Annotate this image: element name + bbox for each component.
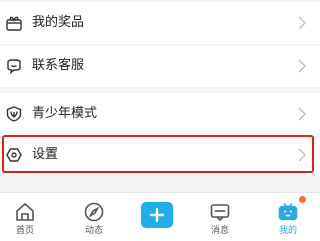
home-icon	[14, 201, 36, 223]
tab-mine[interactable]: 我的	[256, 193, 320, 241]
notification-dot	[299, 196, 306, 203]
tab-dynamics[interactable]: 动态	[62, 193, 126, 241]
bilibili-tv-icon	[277, 201, 299, 223]
menu-item-prizes[interactable]: 我的奖品	[0, 2, 320, 44]
tab-messages[interactable]: 消息	[188, 193, 252, 241]
chevron-right-icon	[298, 107, 306, 121]
chevron-right-icon	[298, 16, 306, 30]
create-plus-button[interactable]	[141, 202, 173, 228]
menu-item-customer-service[interactable]: 联系客服	[0, 45, 320, 87]
tab-label: 消息	[210, 226, 229, 236]
settings-hexagon-icon	[5, 146, 23, 164]
menu-item-label: 设置	[32, 147, 59, 162]
menu-item-label: 青少年模式	[32, 106, 98, 121]
tab-label: 动态	[84, 226, 103, 236]
youth-shield-icon	[5, 105, 23, 123]
tab-label: 我的	[278, 226, 297, 236]
tab-home[interactable]: 首页	[0, 193, 57, 241]
gift-icon	[5, 14, 23, 32]
menu-item-settings[interactable]: 设置	[0, 135, 320, 175]
tab-label: 首页	[15, 226, 34, 236]
message-icon	[209, 201, 231, 223]
chevron-right-icon	[298, 148, 306, 162]
compass-icon	[83, 201, 105, 223]
chevron-right-icon	[298, 59, 306, 73]
chat-icon	[5, 57, 23, 75]
menu-item-label: 我的奖品	[32, 15, 85, 30]
plus-icon	[149, 207, 165, 223]
menu-item-youth-mode[interactable]: 青少年模式	[0, 93, 320, 135]
menu-item-label: 联系客服	[32, 58, 85, 73]
